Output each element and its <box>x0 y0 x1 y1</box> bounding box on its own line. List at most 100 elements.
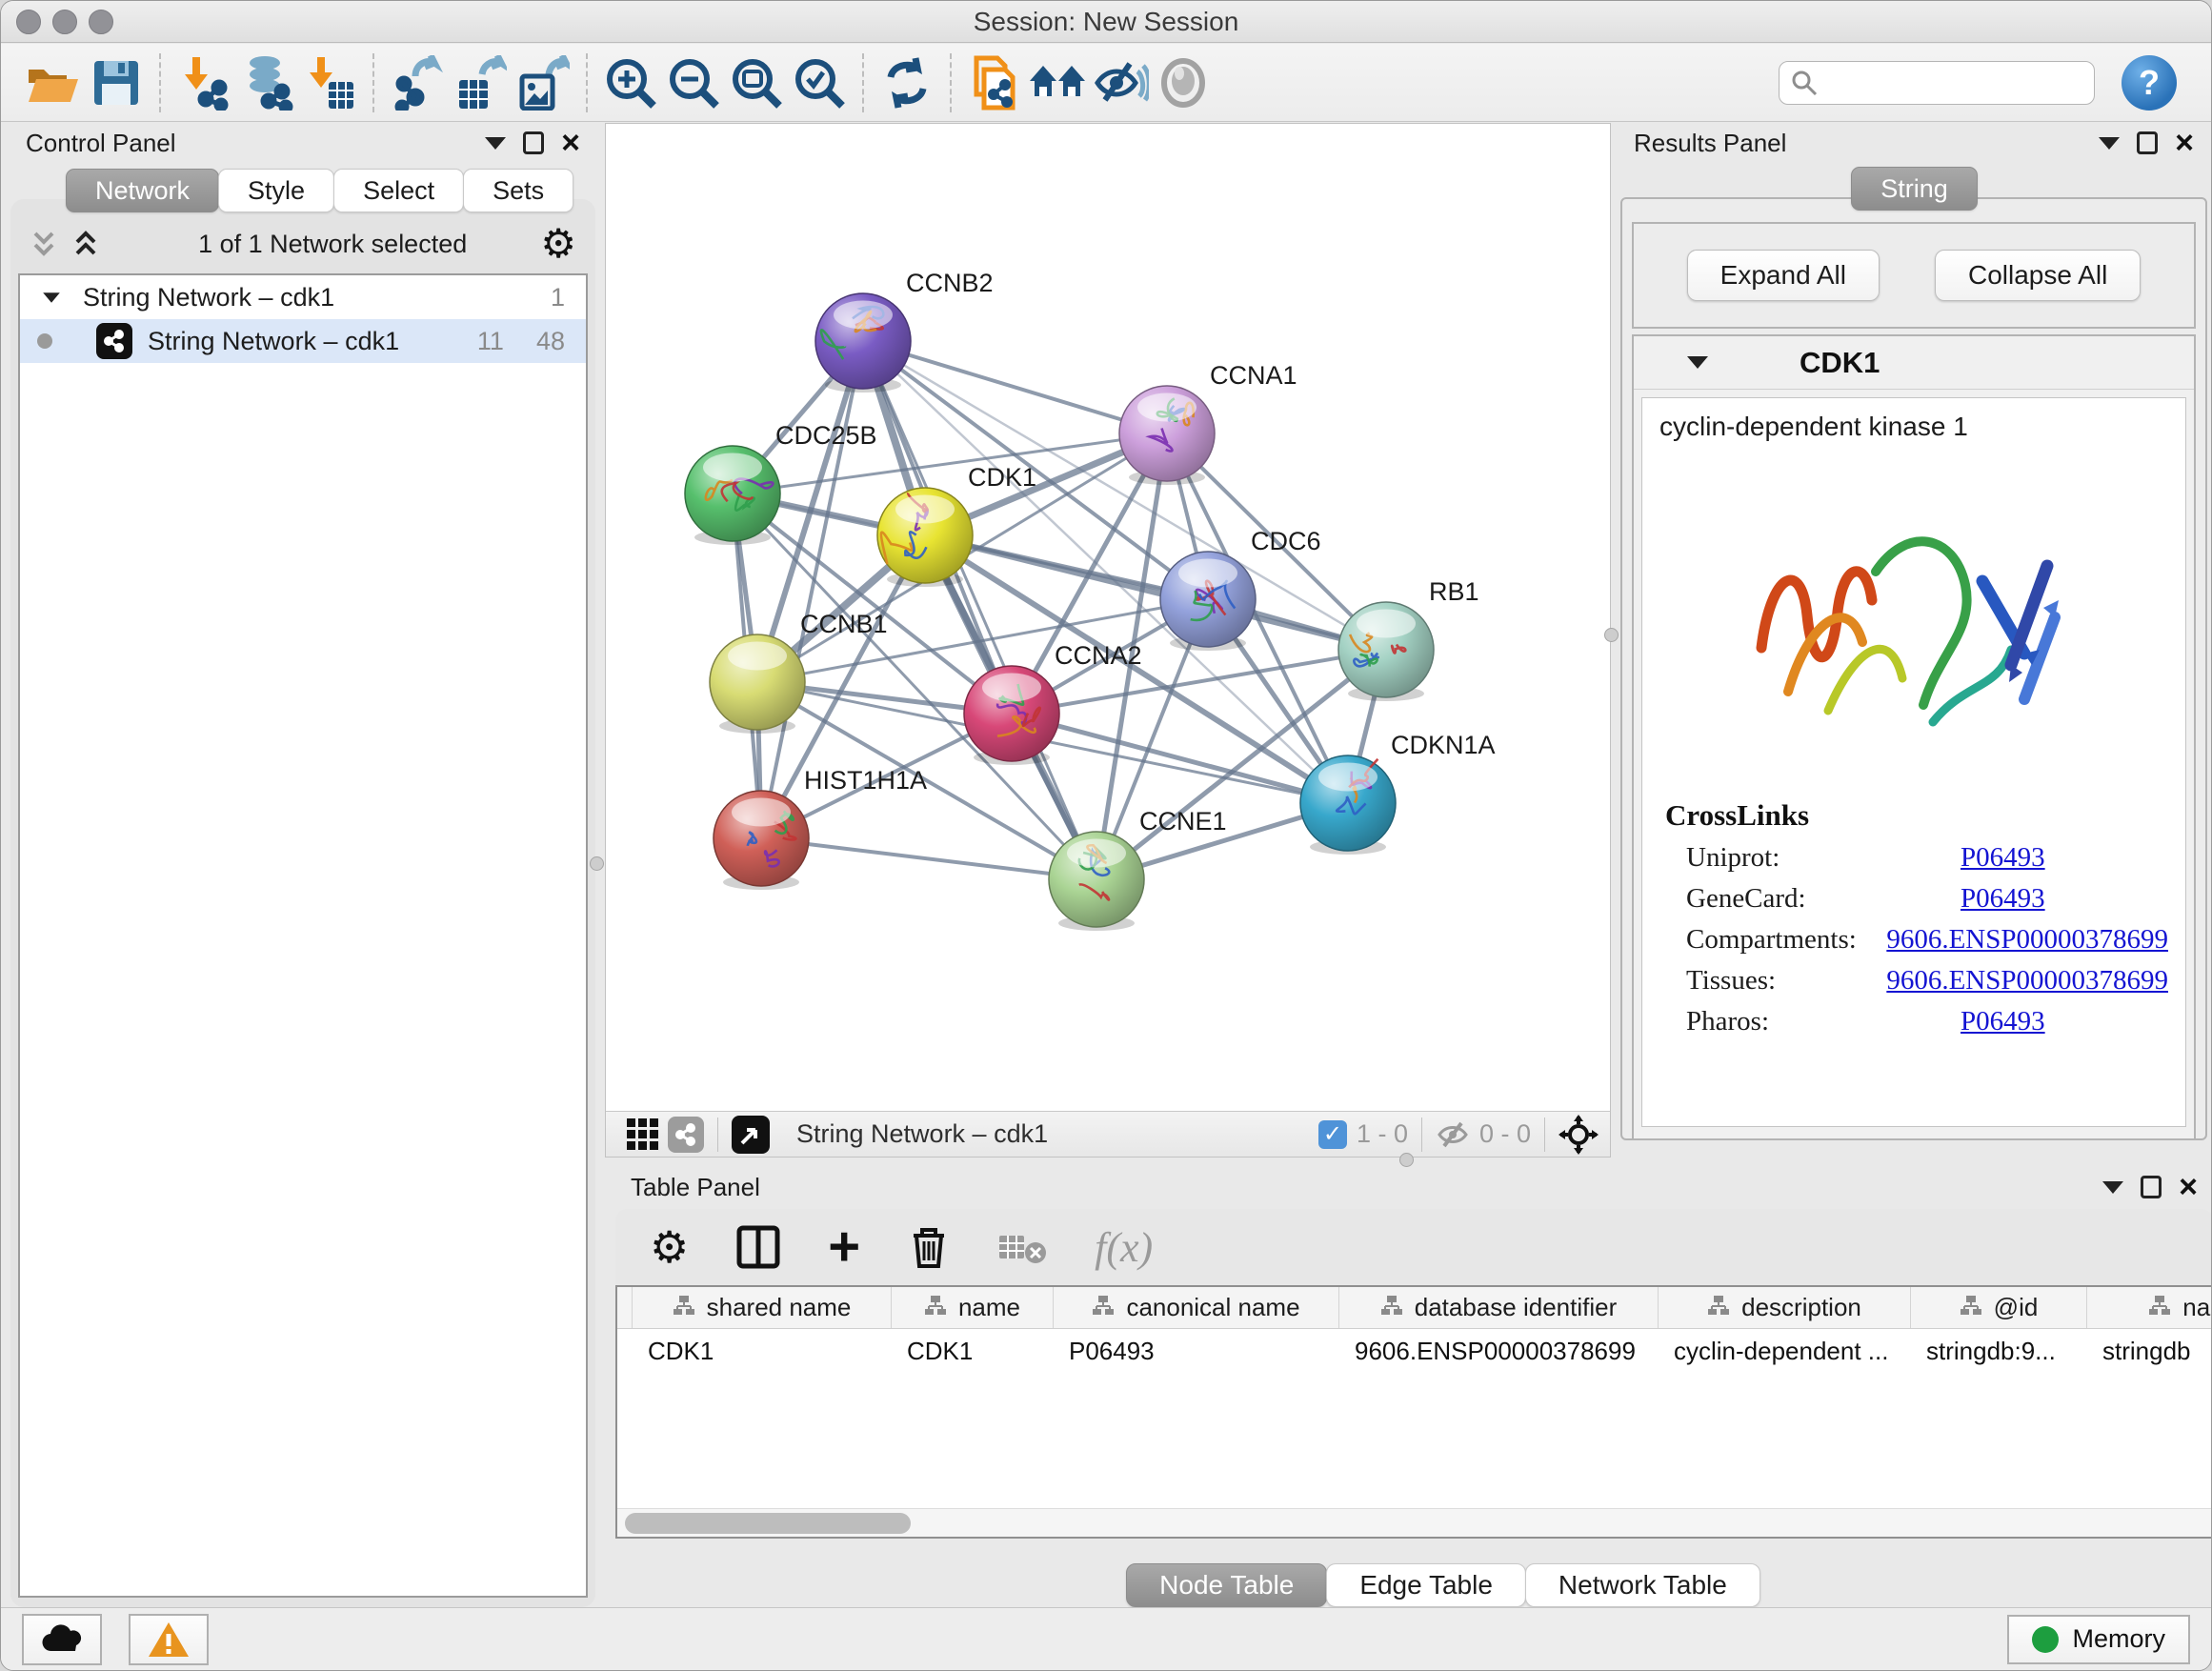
panel-menu-icon[interactable] <box>2102 1181 2123 1194</box>
export-table-icon[interactable] <box>449 52 512 113</box>
gear-icon[interactable]: ⚙ <box>540 225 576 263</box>
right-splitter-grip[interactable] <box>1604 628 1619 642</box>
left-splitter-grip[interactable] <box>590 856 604 871</box>
cloud-button[interactable] <box>22 1614 102 1665</box>
delete-column-icon[interactable] <box>908 1224 950 1270</box>
network-edge[interactable] <box>761 838 1096 879</box>
tab-network-table[interactable]: Network Table <box>1525 1563 1760 1607</box>
table-cell[interactable]: stringdb <box>2087 1329 2212 1373</box>
expand-all-icon[interactable] <box>71 228 100 260</box>
double-house-icon[interactable] <box>1026 52 1089 113</box>
crosslink-link[interactable]: 9606.ENSP00000378699 <box>1886 924 2168 956</box>
horizontal-splitter-grip[interactable] <box>1399 1153 1414 1167</box>
collapse-all-button[interactable]: Collapse All <box>1935 250 2141 301</box>
memory-button[interactable]: Memory <box>2007 1615 2190 1664</box>
hide-selected-icon[interactable] <box>1089 52 1152 113</box>
warning-icon <box>147 1621 191 1659</box>
fit-content-icon[interactable] <box>1558 1115 1599 1155</box>
tab-style[interactable]: Style <box>218 169 334 212</box>
close-panel-icon[interactable]: × <box>561 131 580 154</box>
table-cell[interactable]: P06493 <box>1054 1329 1339 1373</box>
table-cell[interactable]: 9606.ENSP00000378699 <box>1339 1329 1659 1373</box>
crosslink-link[interactable]: 9606.ENSP00000378699 <box>1886 965 2168 997</box>
show-selected-icon[interactable] <box>1152 52 1215 113</box>
tab-string[interactable]: String <box>1851 167 1978 211</box>
node-table[interactable]: shared namenamecanonical namedatabase id… <box>615 1285 2212 1539</box>
network-view[interactable]: CCNB2CCNA1CDC25BCDK1CDC6RB1CCNB1CCNA2CDK… <box>605 123 1611 1158</box>
table-cell[interactable]: CDK1 <box>892 1329 1054 1373</box>
open-session-icon[interactable] <box>22 52 85 113</box>
birdseye-view-icon[interactable] <box>732 1116 770 1154</box>
save-session-icon[interactable] <box>85 52 148 113</box>
warning-button[interactable] <box>129 1614 209 1665</box>
column-header-namespace[interactable]: namespace <box>2087 1287 2212 1328</box>
table-horizontal-scrollbar[interactable] <box>617 1508 2211 1537</box>
column-header-description[interactable]: description <box>1659 1287 1911 1328</box>
scrollbar-thumb[interactable] <box>625 1513 911 1534</box>
zoom-selected-icon[interactable] <box>788 52 851 113</box>
column-header-name[interactable]: name <box>892 1287 1054 1328</box>
table-row[interactable]: CDK1CDK1P064939606.ENSP00000378699cyclin… <box>617 1329 2211 1373</box>
crosslink-link[interactable]: P06493 <box>1961 883 2045 915</box>
network-node-cdk1[interactable]: CDK1 <box>877 463 1036 587</box>
table-cell[interactable]: stringdb:9... <box>1911 1329 2087 1373</box>
crosslink-link[interactable]: P06493 <box>1961 1006 2045 1037</box>
import-table-file-icon[interactable] <box>298 52 361 113</box>
collection-expander-icon[interactable] <box>43 292 60 302</box>
float-panel-icon[interactable] <box>523 131 544 154</box>
network-node-cdkn1a[interactable]: CDKN1A <box>1300 731 1496 855</box>
network-edge[interactable] <box>761 341 863 838</box>
network-node-ccna1[interactable]: CCNA1 <box>1119 361 1297 485</box>
table-cell[interactable]: cyclin-dependent ... <box>1659 1329 1911 1373</box>
network-node-ccne1[interactable]: CCNE1 <box>1049 807 1227 931</box>
network-collection-row[interactable]: String Network – cdk1 1 <box>20 275 586 319</box>
network-row-selected[interactable]: String Network – cdk1 11 48 <box>20 319 586 363</box>
network-canvas[interactable]: CCNB2CCNA1CDC25BCDK1CDC6RB1CCNB1CCNA2CDK… <box>606 124 1610 1111</box>
zoom-fit-icon[interactable] <box>725 52 788 113</box>
selected-checkbox-icon[interactable]: ✓ <box>1318 1120 1347 1149</box>
network-node-cdc25b[interactable]: CDC25B <box>685 421 877 545</box>
panel-menu-icon[interactable] <box>485 137 506 150</box>
toolbar-separator <box>862 53 864 112</box>
expand-all-button[interactable]: Expand All <box>1687 250 1880 301</box>
crosslink-link[interactable]: P06493 <box>1961 842 2045 874</box>
network-node-rb1[interactable]: RB1 <box>1338 577 1479 701</box>
network-node-cdc6[interactable]: CDC6 <box>1160 527 1321 651</box>
export-network-icon[interactable] <box>386 52 449 113</box>
close-panel-icon[interactable]: × <box>2175 131 2194 154</box>
tab-sets[interactable]: Sets <box>463 169 573 212</box>
refresh-layout-icon[interactable] <box>875 52 938 113</box>
tab-select[interactable]: Select <box>333 169 464 212</box>
tab-node-table[interactable]: Node Table <box>1126 1563 1327 1607</box>
network-node-ccnb1[interactable]: CCNB1 <box>710 610 888 734</box>
column-header-canonicalname[interactable]: canonical name <box>1054 1287 1339 1328</box>
network-view-mode-icon[interactable] <box>668 1117 704 1153</box>
network-node-hist1h1a[interactable]: HIST1H1A <box>714 766 927 890</box>
add-column-icon[interactable]: + <box>828 1223 860 1271</box>
search-input[interactable] <box>1818 68 2065 97</box>
column-header-databaseidentifier[interactable]: database identifier <box>1339 1287 1659 1328</box>
zoom-out-icon[interactable] <box>662 52 725 113</box>
export-image-icon[interactable] <box>512 52 574 113</box>
network-edge[interactable] <box>863 341 1096 879</box>
zoom-in-icon[interactable] <box>599 52 662 113</box>
import-network-database-icon[interactable] <box>235 52 298 113</box>
float-panel-icon[interactable] <box>2141 1176 2162 1198</box>
tab-network[interactable]: Network <box>66 169 219 212</box>
collapse-all-icon[interactable] <box>30 228 58 260</box>
tab-edge-table[interactable]: Edge Table <box>1326 1563 1526 1607</box>
search-box[interactable] <box>1779 61 2095 105</box>
column-header-id[interactable]: @id <box>1911 1287 2087 1328</box>
entry-expander-icon[interactable] <box>1687 356 1708 369</box>
table-cell[interactable]: CDK1 <box>633 1329 892 1373</box>
help-icon[interactable]: ? <box>2122 55 2177 111</box>
import-network-file-icon[interactable] <box>172 52 235 113</box>
table-settings-gear-icon[interactable]: ⚙ <box>650 1221 689 1273</box>
grid-view-icon[interactable] <box>627 1118 658 1150</box>
split-columns-icon[interactable] <box>736 1225 780 1269</box>
documents-network-icon[interactable] <box>963 52 1026 113</box>
close-panel-icon[interactable]: × <box>2179 1176 2198 1198</box>
column-header-sharedname[interactable]: shared name <box>633 1287 892 1328</box>
float-panel-icon[interactable] <box>2137 131 2158 154</box>
panel-menu-icon[interactable] <box>2099 137 2120 150</box>
